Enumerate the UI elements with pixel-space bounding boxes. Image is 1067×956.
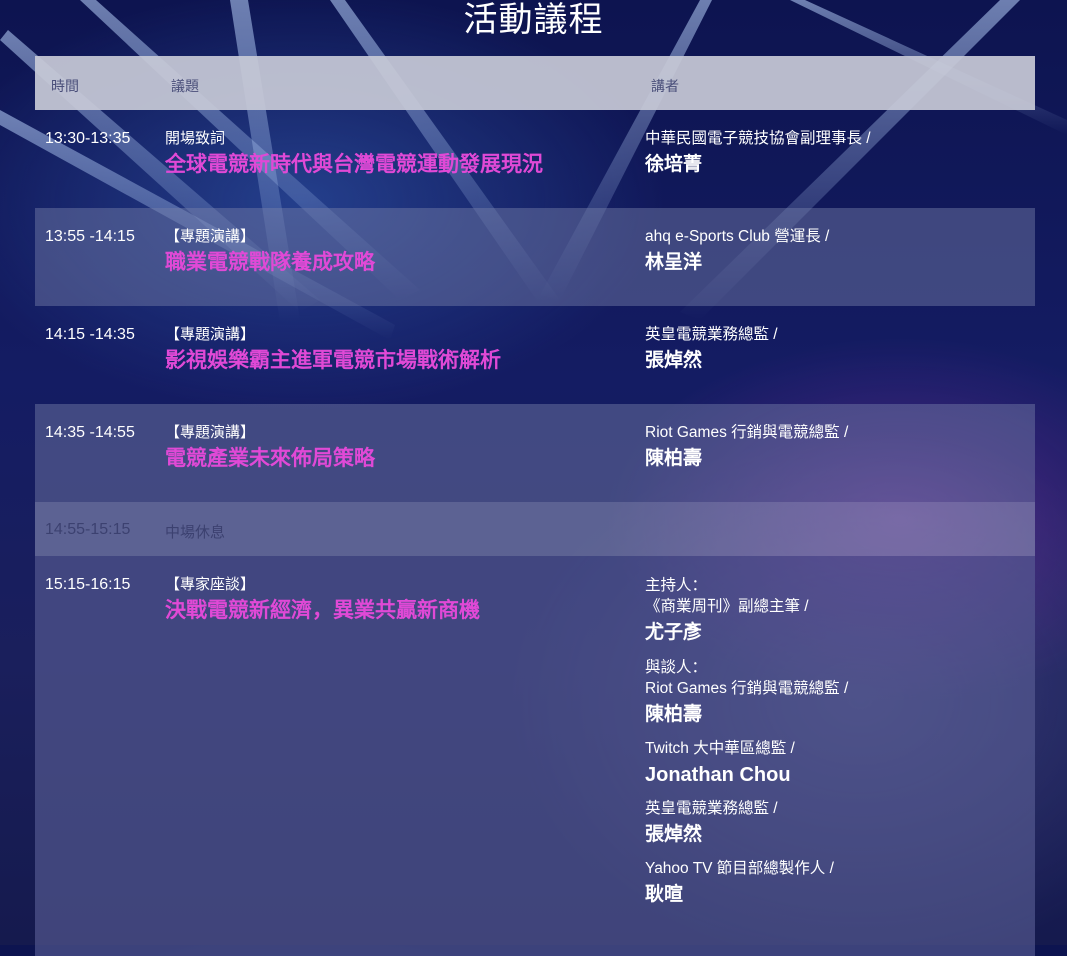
guest-role: 英皇電競業務總監 /	[645, 800, 778, 817]
agenda-table-header: 時間 議題 講者	[35, 56, 1035, 110]
session-title: 職業電競戰隊養成攻略	[165, 251, 375, 274]
speaker-name: 徐培菁	[645, 154, 703, 175]
session-title: 電競產業未來佈局策略	[165, 447, 375, 470]
guest-name: 陳柏壽	[645, 704, 703, 725]
host-label: 主持人：	[645, 577, 708, 594]
speaker-name: 林呈洋	[645, 252, 703, 273]
agenda-row: 14:15 -14:35 【專題演講】 影視娛樂霸主進軍電競市場戰術解析 英皇電…	[35, 306, 1035, 404]
session-time: 14:35 -14:55	[45, 424, 135, 441]
session-title: 全球電競新時代與台灣電競運動發展現況	[165, 153, 543, 176]
speaker-role: Riot Games 行銷與電競總監 /	[645, 424, 849, 441]
panel-host: 主持人： 《商業周刊》副總主筆 / 尤子彥	[645, 575, 1025, 647]
session-tag: 開場致詞	[165, 130, 226, 147]
agenda-row-break: 14:55-15:15 中場休息	[35, 502, 1035, 556]
guest-role: Twitch 大中華區總監 /	[645, 740, 795, 757]
page-title: 活動議程	[463, 1, 604, 39]
agenda-row: 13:30-13:35 開場致詞 全球電競新時代與台灣電競運動發展現況 中華民國…	[35, 110, 1035, 208]
break-label: 中場休息	[165, 524, 226, 541]
break-time: 14:55-15:15	[45, 521, 131, 538]
session-topic: 【專題演講】 影視娛樂霸主進軍電競市場戰術解析	[165, 325, 635, 375]
session-speaker: Riot Games 行銷與電競總監 / 陳柏壽	[645, 423, 1025, 473]
speaker-name: 張焯然	[645, 350, 703, 371]
panel-guest: 英皇電競業務總監 / 張焯然	[645, 799, 1025, 849]
speaker-role: ahq e-Sports Club 營運長 /	[645, 228, 830, 245]
panel-topic: 【專家座談】 決戰電競新經濟，異業共贏新商機	[165, 575, 635, 625]
agenda-table: 時間 議題 講者 13:30-13:35 開場致詞 全球電競新時代與台灣電競運動…	[35, 56, 1035, 956]
header-topic: 議題	[171, 78, 199, 94]
session-tag: 【專題演講】	[165, 228, 256, 245]
agenda-row: 13:55 -14:15 【專題演講】 職業電競戰隊養成攻略 ahq e-Spo…	[35, 208, 1035, 306]
panel-guest: Yahoo TV 節目部總製作人 / 耿暄	[645, 859, 1025, 909]
speaker-role: 英皇電競業務總監 /	[645, 326, 778, 343]
header-time: 時間	[51, 78, 79, 94]
panel-tag: 【專家座談】	[165, 576, 256, 593]
host-name: 尤子彥	[645, 622, 703, 643]
session-time: 14:15 -14:35	[45, 326, 135, 343]
guest-name: Jonathan Chou	[645, 764, 791, 786]
session-time: 13:30-13:35	[45, 130, 131, 147]
panel-time: 15:15-16:15	[45, 576, 131, 593]
session-time: 13:55 -14:15	[45, 228, 135, 245]
session-topic: 【專題演講】 電競產業未來佈局策略	[165, 423, 635, 473]
guest-role: Riot Games 行銷與電競總監 /	[645, 680, 849, 697]
speaker-role: 中華民國電子競技協會副理事長 /	[645, 130, 871, 147]
header-speaker: 講者	[651, 78, 679, 94]
session-speaker: 中華民國電子競技協會副理事長 / 徐培菁	[645, 129, 1025, 179]
panel-title: 決戰電競新經濟，異業共贏新商機	[165, 599, 480, 622]
panel-speakers: 主持人： 《商業周刊》副總主筆 / 尤子彥 與談人： Riot Games 行銷…	[645, 575, 1025, 919]
host-role: 《商業周刊》副總主筆 /	[645, 598, 809, 615]
panel-guest: Twitch 大中華區總監 / Jonathan Chou	[645, 739, 1025, 789]
guest-name: 耿暄	[645, 884, 684, 905]
speaker-name: 陳柏壽	[645, 448, 703, 469]
session-speaker: ahq e-Sports Club 營運長 / 林呈洋	[645, 227, 1025, 277]
session-tag: 【專題演講】	[165, 326, 256, 343]
panel-guest: 與談人： Riot Games 行銷與電競總監 / 陳柏壽	[645, 657, 1025, 729]
agenda-row: 14:35 -14:55 【專題演講】 電競產業未來佈局策略 Riot Game…	[35, 404, 1035, 502]
session-tag: 【專題演講】	[165, 424, 256, 441]
agenda-row-panel: 15:15-16:15 【專家座談】 決戰電競新經濟，異業共贏新商機 主持人： …	[35, 556, 1035, 956]
guest-name: 張焯然	[645, 824, 703, 845]
session-title: 影視娛樂霸主進軍電競市場戰術解析	[165, 349, 501, 372]
session-speaker: 英皇電競業務總監 / 張焯然	[645, 325, 1025, 375]
guest-role: Yahoo TV 節目部總製作人 /	[645, 860, 834, 877]
session-topic: 【專題演講】 職業電競戰隊養成攻略	[165, 227, 635, 277]
session-topic: 開場致詞 全球電競新時代與台灣電競運動發展現況	[165, 129, 635, 179]
guest-label: 與談人：	[645, 659, 708, 676]
